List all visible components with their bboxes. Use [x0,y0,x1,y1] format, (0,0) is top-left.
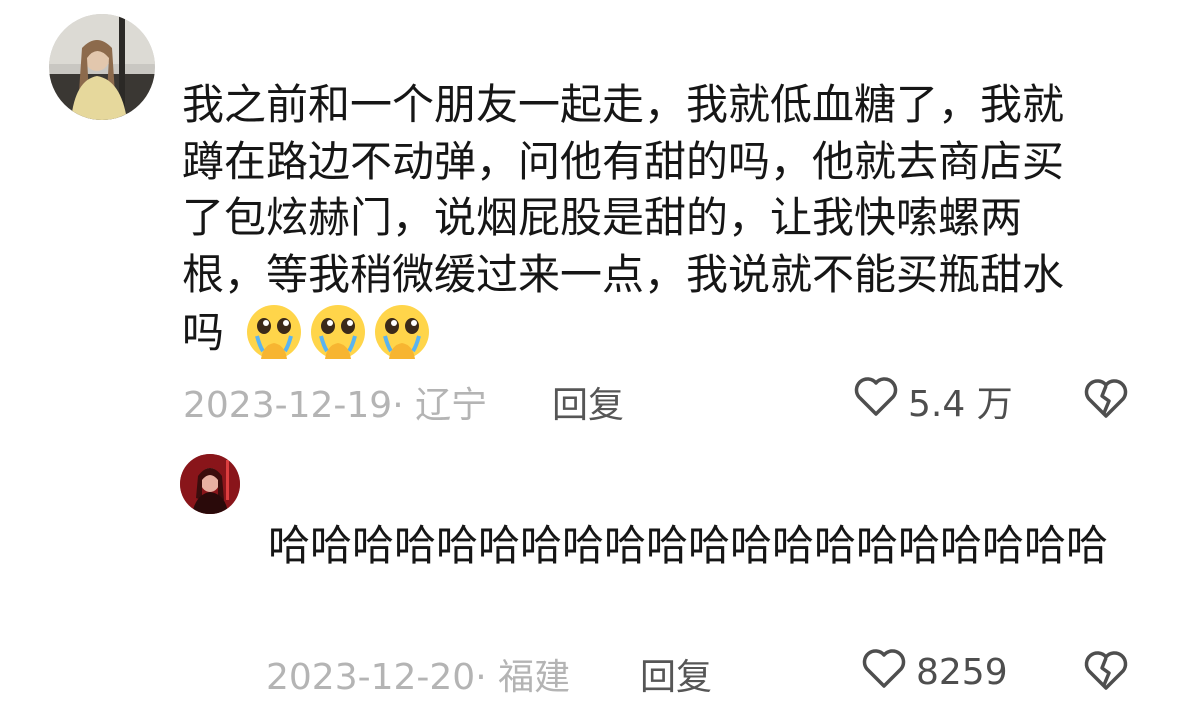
like-button[interactable]: 5.4 万 [852,374,1013,427]
comment-date-location: 2023-12-19· 辽宁 [183,385,488,426]
comment-item: 我之前和一个朋友一起走，我就低血糖了，我就蹲在路边不动弹，问他有甜的吗，他就去商… [0,0,1179,440]
pleading-face-emoji [245,303,303,376]
broken-heart-icon [1082,651,1130,696]
comment-date-location: 2023-12-20· 福建 [266,657,571,698]
like-count: 8259 [916,652,1008,693]
pleading-face-emoji [309,303,367,376]
comment-text: 哈哈哈哈哈哈哈哈哈哈哈哈哈哈哈哈哈哈哈哈 [268,521,1109,570]
avatar[interactable] [49,14,155,120]
broken-heart-icon [1082,379,1130,424]
reply-comment-item: 哈哈哈哈哈哈哈哈哈哈哈哈哈哈哈哈哈哈哈哈 2023-12-20· 福建 回复 8… [0,440,1179,719]
heart-outline-icon [860,646,916,699]
avatar[interactable] [180,454,240,514]
heart-outline-icon [852,374,908,427]
like-button[interactable]: 8259 [860,646,1008,699]
pleading-face-emoji [373,303,431,376]
reply-button[interactable]: 回复 [640,648,712,700]
emoji-group [232,305,437,359]
reply-button[interactable]: 回复 [552,376,624,428]
dislike-button[interactable] [1082,376,1130,424]
like-count: 5.4 万 [908,383,1013,425]
comment-text: 我之前和一个朋友一起走，我就低血糖了，我就蹲在路边不动弹，问他有甜的吗，他就去商… [182,77,1102,376]
dislike-button[interactable] [1082,648,1130,696]
